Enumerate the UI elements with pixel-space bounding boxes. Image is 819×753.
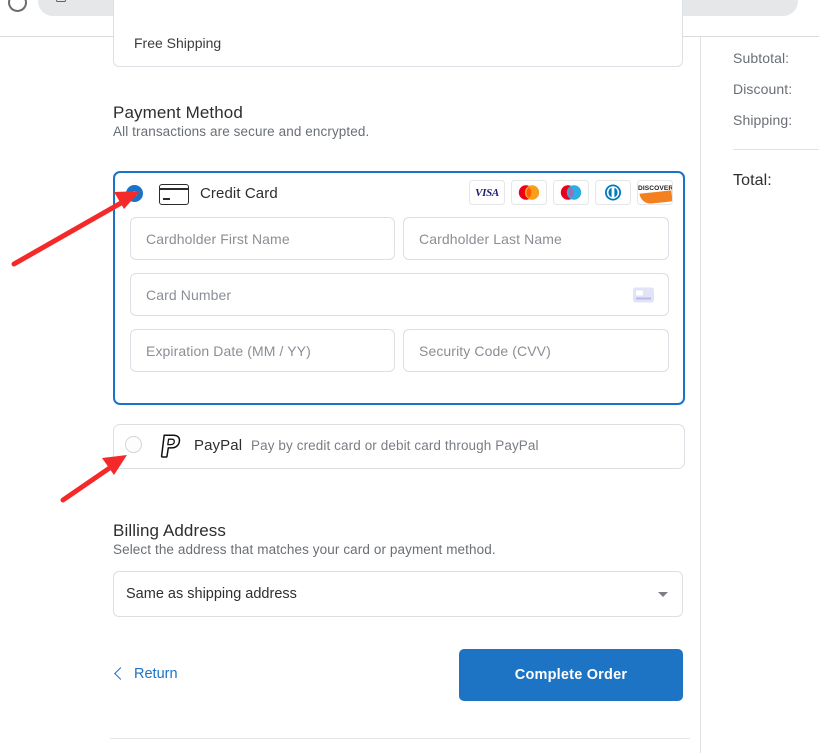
billing-address-title: Billing Address: [113, 521, 227, 540]
lock-icon: [56, 0, 66, 2]
billing-address-selected-value: Same as shipping address: [126, 586, 297, 602]
paypal-radio[interactable]: [125, 436, 142, 453]
reload-icon[interactable]: [8, 0, 27, 12]
cardholder-last-name-field[interactable]: Cardholder Last Name: [403, 217, 669, 260]
payment-method-subtitle: All transactions are secure and encrypte…: [113, 124, 370, 139]
summary-divider: [733, 149, 819, 150]
summary-discount-label: Discount:: [733, 81, 793, 97]
credit-card-label: Credit Card: [200, 185, 278, 202]
return-label: Return: [134, 666, 178, 682]
card-number-placeholder: Card Number: [146, 286, 232, 303]
expiration-date-field[interactable]: Expiration Date (MM / YY): [130, 329, 395, 372]
chevron-down-icon: [658, 592, 668, 597]
summary-subtotal-label: Subtotal:: [733, 50, 790, 66]
return-link[interactable]: Return: [114, 662, 178, 686]
credit-card-radio[interactable]: [126, 185, 143, 202]
security-code-field[interactable]: Security Code (CVV): [403, 329, 669, 372]
discover-icon: DISCOVER: [637, 180, 673, 205]
paypal-icon: [157, 433, 183, 461]
expiration-date-placeholder: Expiration Date (MM / YY): [146, 342, 311, 359]
card-number-card-icon: [633, 287, 654, 302]
payment-option-paypal[interactable]: PayPal Pay by credit card or debit card …: [113, 424, 685, 469]
card-number-field[interactable]: Card Number: [130, 273, 669, 316]
shipping-method-card: Free Shipping: [113, 0, 683, 67]
billing-address-select[interactable]: Same as shipping address: [113, 571, 683, 617]
cardholder-last-name-placeholder: Cardholder Last Name: [419, 230, 562, 247]
card-brand-list: VISA DISCOVER: [469, 180, 673, 205]
summary-shipping-label: Shipping:: [733, 112, 793, 128]
cardholder-first-name-field[interactable]: Cardholder First Name: [130, 217, 395, 260]
paypal-description: Pay by credit card or debit card through…: [251, 438, 539, 453]
visa-icon: VISA: [469, 180, 505, 205]
payment-option-credit-card[interactable]: Credit Card VISA DISCOVER Cardholder Fir…: [113, 171, 685, 405]
credit-card-icon: [159, 184, 189, 205]
cardholder-first-name-placeholder: Cardholder First Name: [146, 230, 290, 247]
security-code-placeholder: Security Code (CVV): [419, 342, 551, 359]
footer-divider: [110, 738, 690, 739]
summary-total-label: Total:: [733, 172, 772, 189]
mastercard-icon: [511, 180, 547, 205]
shipping-method-label: Free Shipping: [134, 35, 222, 51]
chevron-left-icon: [114, 667, 127, 680]
diners-club-icon: [595, 180, 631, 205]
billing-address-subtitle: Select the address that matches your car…: [113, 542, 496, 557]
checkout-page: tokenshoppe.com/checkout/41e686364168824…: [0, 0, 819, 753]
paypal-label: PayPal: [194, 437, 243, 454]
payment-method-title: Payment Method: [113, 103, 243, 122]
maestro-icon: [553, 180, 589, 205]
summary-divider-vertical: [700, 37, 701, 753]
complete-order-button[interactable]: Complete Order: [459, 649, 683, 701]
